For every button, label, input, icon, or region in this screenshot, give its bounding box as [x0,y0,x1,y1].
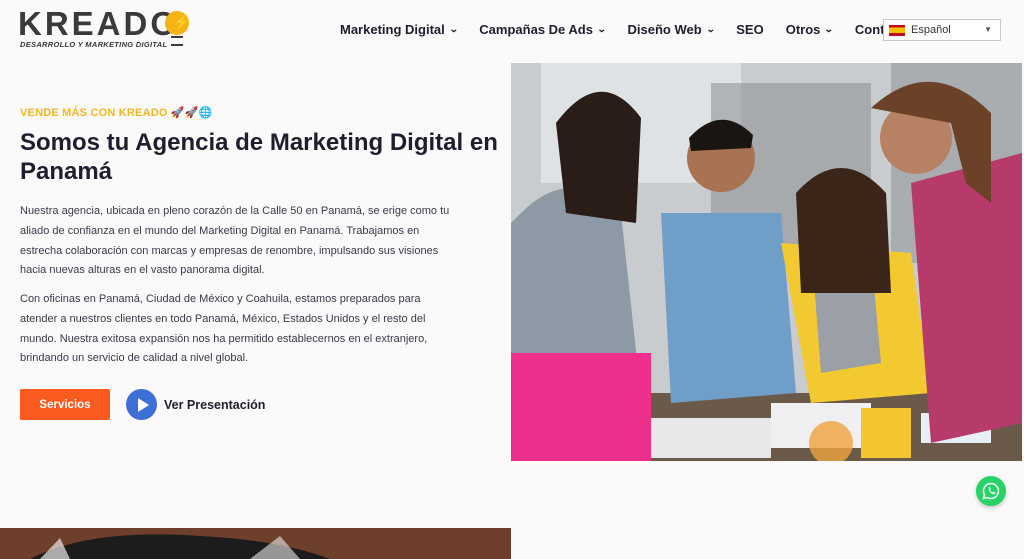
hero-paragraph-2: Con oficinas en Panamá, Ciudad de México… [20,293,428,365]
language-label: Español [911,24,951,36]
ver-presentacion-label: Ver Presentación [164,397,266,412]
play-icon[interactable] [126,389,157,420]
secondary-photo-illustration [0,528,511,559]
chevron-down-icon: ⌄ [824,24,835,34]
nav-item-diseno-web[interactable]: Diseño Web ⌄ [627,22,716,37]
nav-label: Campañas De Ads [479,22,593,37]
bulb-base-icon [171,36,183,46]
nav-label: SEO [736,22,764,37]
hero-title: Somos tu Agencia de Marketing Digital en… [20,129,498,185]
ver-presentacion-button[interactable]: Ver Presentación [126,389,265,420]
chevron-down-icon: ⌄ [448,24,459,34]
whatsapp-button[interactable] [976,476,1006,506]
nav-label: Diseño Web [627,22,702,37]
hero-paragraph-1: Nuestra agencia, ubicada en pleno corazó… [20,205,450,277]
site-header: KREADO ⚡ DESARROLLO Y MARKETING DIGITAL … [0,0,1024,62]
nav-item-otros[interactable]: Otros ⌄ [785,22,835,37]
whatsapp-icon [982,482,1000,500]
spain-flag-icon [889,24,905,36]
hero-team-photo [511,63,1022,461]
chevron-down-icon: ▼ [984,25,992,34]
logo-tagline: DESARROLLO Y MARKETING DIGITAL [20,40,168,49]
language-selector[interactable]: Español ▼ [883,19,1001,41]
logo-wordmark: KREADO [18,5,180,42]
chevron-down-icon: ⌄ [705,24,716,34]
nav-label: Marketing Digital [340,22,445,37]
main-nav: Marketing Digital ⌄ Campañas De Ads ⌄ Dise… [340,22,946,37]
nav-label: Otros [785,22,821,37]
kreado-logo[interactable]: KREADO ⚡ DESARROLLO Y MARKETING DIGITAL [18,5,193,52]
team-photo-illustration [511,63,1022,461]
servicios-button[interactable]: Servicios [20,389,110,420]
nav-item-marketing-digital[interactable]: Marketing Digital ⌄ [340,22,459,37]
bolt-icon: ⚡ [173,14,191,30]
chevron-down-icon: ⌄ [596,24,607,34]
nav-item-campanas-ads[interactable]: Campañas De Ads ⌄ [479,22,607,37]
secondary-photo [0,528,511,559]
hero-eyebrow: VENDE MÁS CON KREADO 🚀🚀🌐 [20,107,213,119]
nav-item-seo[interactable]: SEO [736,22,763,37]
